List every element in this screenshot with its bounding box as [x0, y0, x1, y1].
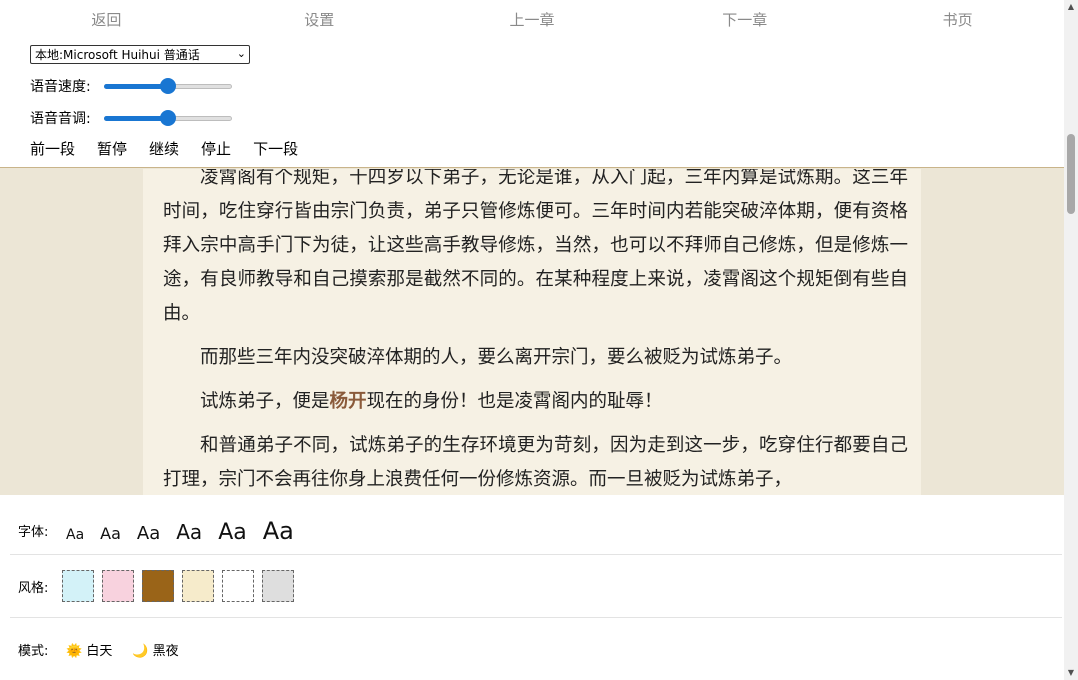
speed-label: 语音速度: — [30, 79, 91, 95]
tts-controls: 前一段 暂停 继续 停止 下一段 — [30, 138, 298, 159]
pitch-row: 语音音调: — [30, 108, 234, 128]
prev-chapter-button[interactable]: 上一章 — [426, 0, 639, 40]
paragraph: 和普通弟子不同，试炼弟子的生存环境更为苛刻，因为走到这一步，吃穿住行都要自己打理… — [163, 435, 908, 490]
stop-button[interactable]: 停止 — [201, 138, 231, 159]
settings-panel: 字体: Aa Aa Aa Aa Aa Aa 风格: 模式: 🌞 白天 🌙 黑夜 — [0, 495, 1064, 680]
top-navigation: 返回 设置 上一章 下一章 书页 — [0, 0, 1064, 40]
chapter-content: 凌霄阁有个规矩，十四岁以下弟子，无论是谁，从入门起，三年内算是试炼期。这三年时间… — [163, 169, 908, 495]
font-size-option-3[interactable]: Aa — [137, 523, 160, 544]
font-size-option-4[interactable]: Aa — [176, 520, 202, 544]
pitch-slider[interactable] — [104, 110, 234, 126]
tts-panel: 本地:Microsoft Huihui 普通话 ⌄ 语音速度: 语音音调: 前一… — [0, 40, 1064, 168]
settings-button[interactable]: 设置 — [213, 0, 426, 40]
pitch-slider-fill — [104, 116, 168, 121]
page-scrollbar[interactable]: ▲ ▼ — [1064, 0, 1078, 680]
voice-select-value: 本地:Microsoft Huihui 普通话 — [35, 48, 200, 62]
speed-slider-fill — [104, 84, 168, 89]
scroll-down-icon[interactable]: ▼ — [1064, 666, 1078, 680]
night-mode-button[interactable]: 🌙 黑夜 — [132, 640, 178, 659]
day-mode-button[interactable]: 🌞 白天 — [66, 640, 112, 659]
paragraph-text: 现在的身份！也是凌霄阁内的耻辱！ — [366, 391, 663, 412]
style-swatches — [62, 570, 294, 602]
style-swatch-gray[interactable] — [262, 570, 294, 602]
style-swatch-brown[interactable] — [142, 570, 174, 602]
next-chapter-button[interactable]: 下一章 — [638, 0, 851, 40]
prev-paragraph-button[interactable]: 前一段 — [30, 138, 75, 159]
font-size-options: Aa Aa Aa Aa Aa Aa — [66, 517, 294, 545]
chevron-down-icon: ⌄ — [236, 47, 246, 60]
pitch-label: 语音音调: — [30, 111, 91, 127]
speed-slider-thumb[interactable] — [160, 78, 176, 94]
font-size-option-6[interactable]: Aa — [263, 517, 294, 545]
font-label: 字体: — [18, 525, 49, 540]
resume-button[interactable]: 继续 — [149, 138, 179, 159]
font-size-option-1[interactable]: Aa — [66, 527, 84, 543]
speed-row: 语音速度: — [30, 76, 234, 96]
font-size-option-5[interactable]: Aa — [218, 520, 247, 545]
style-row: 风格: — [10, 555, 1062, 618]
next-paragraph-button[interactable]: 下一段 — [253, 138, 298, 159]
paragraph: 而那些三年内没突破淬体期的人，要么离开宗门，要么被贬为试炼弟子。 — [200, 347, 793, 368]
pitch-slider-thumb[interactable] — [160, 110, 176, 126]
pause-button[interactable]: 暂停 — [97, 138, 127, 159]
reading-area[interactable]: 凌霄阁有个规矩，十四岁以下弟子，无论是谁，从入门起，三年内算是试炼期。这三年时间… — [0, 169, 1064, 495]
scrollbar-thumb[interactable] — [1067, 134, 1075, 214]
character-name: 杨开 — [329, 391, 367, 412]
voice-select[interactable]: 本地:Microsoft Huihui 普通话 ⌄ — [30, 45, 250, 64]
bookmark-button[interactable]: 书页 — [851, 0, 1064, 40]
paragraph-text: 试炼弟子，便是 — [200, 391, 330, 412]
mode-row: 模式: 🌞 白天 🌙 黑夜 — [10, 619, 1062, 679]
scroll-up-icon[interactable]: ▲ — [1064, 0, 1078, 14]
mode-options: 🌞 白天 🌙 黑夜 — [66, 640, 179, 659]
style-swatch-pink[interactable] — [102, 570, 134, 602]
style-swatch-white[interactable] — [222, 570, 254, 602]
style-label: 风格: — [18, 580, 49, 596]
font-size-option-2[interactable]: Aa — [100, 524, 121, 543]
paragraph: 凌霄阁有个规矩，十四岁以下弟子，无论是谁，从入门起，三年内算是试炼期。这三年时间… — [163, 169, 908, 324]
book-page: 凌霄阁有个规矩，十四岁以下弟子，无论是谁，从入门起，三年内算是试炼期。这三年时间… — [143, 169, 921, 495]
mode-label: 模式: — [18, 643, 49, 659]
speed-slider[interactable] — [104, 78, 234, 94]
style-swatch-cyan[interactable] — [62, 570, 94, 602]
paragraph: 试炼弟子，便是杨开现在的身份！也是凌霄阁内的耻辱！ — [163, 385, 908, 419]
style-swatch-cream[interactable] — [182, 570, 214, 602]
font-size-row: 字体: Aa Aa Aa Aa Aa Aa — [10, 507, 1062, 555]
back-button[interactable]: 返回 — [0, 0, 213, 40]
